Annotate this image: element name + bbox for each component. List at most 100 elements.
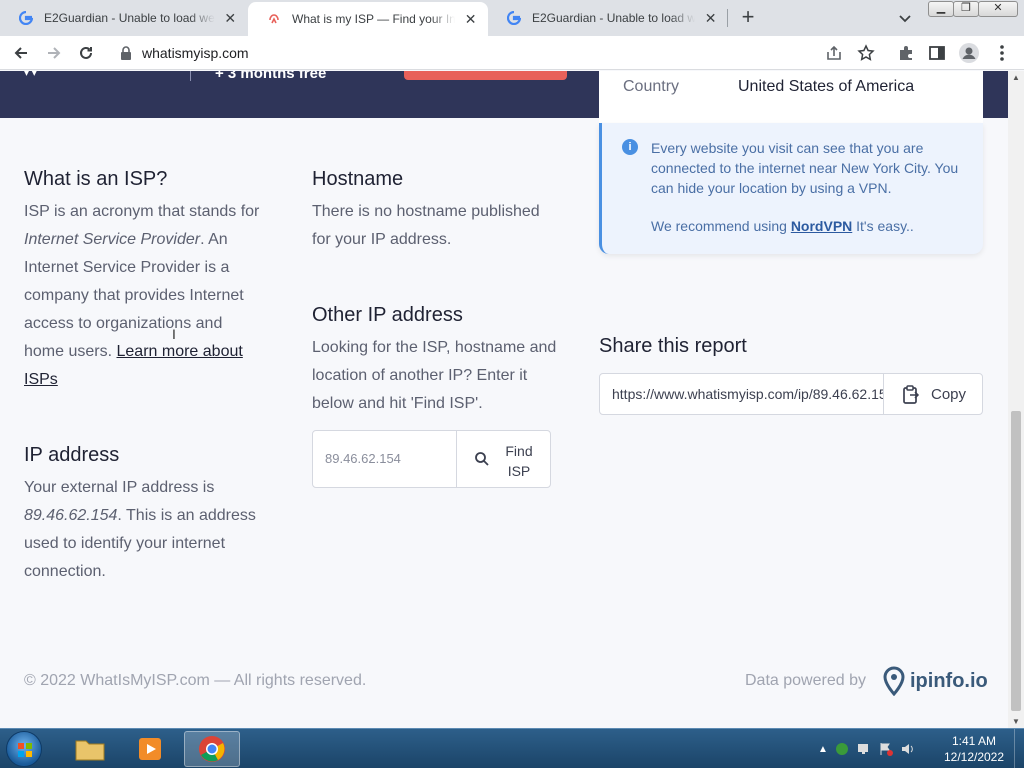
extensions-puzzle-icon[interactable] — [895, 42, 917, 64]
taskbar-clock[interactable]: 1:41 AM 12/12/2022 — [932, 733, 1016, 765]
media-player-icon — [139, 738, 161, 760]
ip-description: Your external IP address is 89.46.62.154… — [24, 474, 264, 586]
google-icon — [506, 10, 522, 26]
close-icon[interactable]: ✕ — [463, 11, 478, 28]
hero-cta-button[interactable] — [404, 71, 567, 80]
search-icon — [475, 452, 489, 466]
ip-address-heading: IP address — [24, 444, 120, 466]
tab-title: E2Guardian - Unable to load web — [44, 11, 215, 25]
hostname-heading: Hostname — [312, 168, 404, 190]
page-viewport: ▾ ▾ + 3 months free Country United State… — [0, 71, 1008, 728]
windows-taskbar: ▲ 1:41 AM 12/12/2022 — [0, 728, 1024, 768]
close-icon[interactable]: ✕ — [703, 10, 718, 27]
isp-description: ISP is an acronym that stands for Intern… — [24, 198, 264, 394]
lock-icon[interactable] — [120, 46, 132, 60]
google-icon — [18, 10, 34, 26]
volume-icon[interactable] — [900, 741, 916, 757]
tab-separator — [727, 9, 728, 27]
hero-divider — [190, 71, 191, 81]
scroll-up-icon[interactable]: ▲ — [1012, 73, 1020, 82]
info-message: Every website you visit can see that you… — [651, 140, 959, 196]
taskbar-media-player[interactable] — [122, 731, 178, 767]
tab-e2guardian-2[interactable]: E2Guardian - Unable to load web ✕ — [488, 0, 728, 36]
ip-text-1: Your external IP address is — [24, 479, 215, 496]
footer-powered-by: Data powered by — [745, 672, 866, 689]
minimize-button[interactable]: ▁ — [928, 1, 954, 17]
taskbar-explorer[interactable] — [62, 731, 118, 767]
url-text[interactable]: whatismyisp.com — [142, 45, 249, 61]
hostname-text: There is no hostname published for your … — [312, 203, 540, 248]
clock-time: 1:41 AM — [951, 734, 997, 748]
share-icon[interactable] — [823, 42, 845, 64]
system-tray: ▲ — [818, 729, 916, 768]
tab-strip: E2Guardian - Unable to load web ✕ What i… — [0, 0, 1024, 36]
tray-expand-icon[interactable]: ▲ — [818, 744, 828, 755]
address-bar[interactable]: whatismyisp.com — [108, 39, 888, 67]
hero-decoration: ▾ ▾ — [24, 71, 37, 79]
footer-copyright: © 2022 WhatIsMyISP.com — All rights rese… — [24, 672, 367, 689]
isp-text-2: . An Internet Service Provider is a comp… — [24, 231, 244, 360]
vpn-recommendation: We recommend using NordVPN It's easy.. — [651, 218, 914, 234]
recommend-suffix: It's easy.. — [856, 218, 914, 234]
copy-button[interactable]: Copy — [883, 373, 983, 415]
windows-logo-icon — [18, 743, 32, 757]
folder-icon — [75, 740, 105, 761]
ipinfo-text: ipinfo.io — [910, 669, 988, 692]
tab-whatismyisp[interactable]: What is my ISP — Find your Inter ✕ — [248, 2, 488, 36]
close-icon[interactable]: ✕ — [223, 10, 239, 27]
show-desktop-button[interactable] — [1014, 729, 1024, 768]
action-center-flag-icon[interactable] — [878, 741, 894, 757]
isp-heading: What is an ISP? — [24, 168, 168, 190]
start-button[interactable] — [6, 731, 42, 767]
network-computer-icon[interactable] — [856, 741, 872, 757]
taskbar-chrome[interactable] — [184, 731, 240, 767]
map-pin-icon — [883, 666, 905, 696]
text-cursor-icon: I — [172, 326, 176, 342]
location-card: Country United States of America — [599, 71, 983, 123]
browser-toolbar: whatismyisp.com — [0, 36, 1024, 70]
share-heading: Share this report — [599, 335, 747, 357]
clock-date: 12/12/2022 — [943, 750, 1005, 764]
whatismyisp-favicon-icon — [266, 11, 282, 27]
other-ip-text: Looking for the ISP, hostname and locati… — [312, 339, 557, 412]
country-label: Country — [623, 78, 680, 95]
reload-icon — [80, 46, 92, 59]
find-isp-label: Find ISP — [505, 443, 533, 479]
arrow-right-icon — [48, 47, 61, 59]
chevron-down-icon[interactable] — [895, 8, 915, 28]
tab-title: E2Guardian - Unable to load web — [532, 11, 696, 25]
network-globe-icon[interactable] — [834, 741, 850, 757]
ip-value: 89.46.62.154 — [24, 507, 118, 524]
side-panel-icon[interactable] — [926, 42, 948, 64]
recommend-prefix: We recommend using — [651, 218, 787, 234]
page-scrollbar[interactable]: ▲ ▼ — [1008, 71, 1024, 728]
new-tab-button[interactable]: + — [736, 6, 760, 30]
ipinfo-logo[interactable]: ipinfo.io — [882, 666, 988, 696]
forward-button[interactable] — [43, 42, 65, 64]
reload-button[interactable] — [75, 42, 97, 64]
share-url-text[interactable]: https://www.whatismyisp.com/ip/89.46.62.… — [612, 386, 883, 402]
more-menu-icon[interactable] — [991, 42, 1013, 64]
other-ip-heading: Other IP address — [312, 304, 463, 326]
country-value: United States of America — [738, 78, 915, 95]
clipboard-copy-icon — [903, 385, 920, 404]
close-window-button[interactable]: ✕ — [978, 1, 1018, 17]
restore-button[interactable]: ❐ — [953, 1, 979, 17]
isp-text-1: ISP is an acronym that stands for — [24, 203, 260, 220]
ip-input-value[interactable]: 89.46.62.154 — [325, 451, 401, 466]
share-url-field[interactable]: https://www.whatismyisp.com/ip/89.46.62.… — [599, 373, 884, 415]
scroll-down-icon[interactable]: ▼ — [1012, 717, 1020, 726]
nordvpn-link[interactable]: NordVPN — [791, 218, 852, 234]
vpn-info-box: i Every website you visit can see that y… — [599, 123, 983, 254]
ip-lookup-input[interactable]: 89.46.62.154 — [312, 430, 457, 488]
bookmark-star-icon[interactable] — [855, 42, 877, 64]
isp-term: Internet Service Provider — [24, 231, 201, 248]
scroll-thumb[interactable] — [1011, 411, 1021, 711]
tab-e2guardian-1[interactable]: E2Guardian - Unable to load web ✕ — [0, 0, 248, 36]
tab-title: What is my ISP — Find your Inter — [292, 12, 456, 26]
arrow-left-icon — [14, 47, 27, 59]
back-button[interactable] — [10, 42, 32, 64]
find-isp-button[interactable]: Find ISP — [456, 430, 551, 488]
hero-promo-text: + 3 months free — [215, 71, 327, 82]
profile-avatar-icon[interactable] — [958, 42, 980, 64]
